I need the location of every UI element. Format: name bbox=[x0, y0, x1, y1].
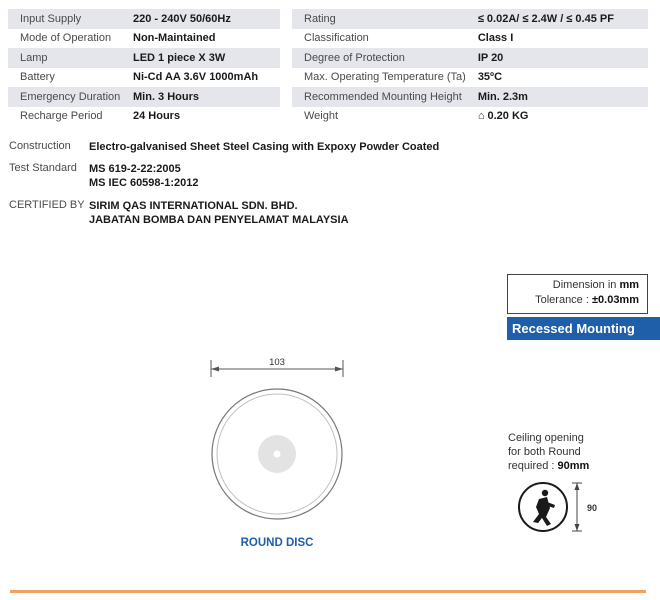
dimension-arrow-down bbox=[574, 524, 580, 531]
spec-value: Ni-Cd AA 3.6V 1000mAh bbox=[133, 71, 259, 84]
spec-value: Class I bbox=[477, 32, 514, 45]
spec-value: Non-Maintained bbox=[133, 32, 216, 45]
spec-value: LED 1 piece X 3W bbox=[121, 48, 280, 68]
spec-value: 24 Hours bbox=[133, 110, 181, 123]
dimension-arrow-right bbox=[335, 366, 343, 372]
spec-row: Max. Operating Temperature (Ta) 35ºC bbox=[292, 68, 648, 88]
spec-value: ⌂ 0.20 KG bbox=[477, 110, 529, 123]
spec-label: Lamp bbox=[8, 48, 121, 68]
certified-by-values: SIRIM QAS INTERNATIONAL SDN. BHD. JABATA… bbox=[89, 199, 349, 227]
spec-label: Rating bbox=[292, 9, 466, 29]
spec-value: ≤ 0.02A/ ≤ 2.4W / ≤ 0.45 PF bbox=[465, 9, 648, 29]
disc-width-value: 103 bbox=[269, 357, 285, 368]
test-standard-value: MS IEC 60598-1:2012 bbox=[89, 177, 199, 189]
spec-label: Max. Operating Temperature (Ta) bbox=[304, 71, 466, 84]
ceiling-opening-diagram: 90 bbox=[518, 482, 597, 532]
footer-divider bbox=[10, 590, 646, 593]
recessed-mounting-banner: Recessed Mounting bbox=[507, 317, 660, 340]
spec-label: Battery bbox=[20, 71, 55, 84]
certifier-name: SIRIM QAS INTERNATIONAL SDN. BHD. bbox=[89, 200, 298, 212]
spec-row: Classification Class I bbox=[292, 29, 648, 49]
spec-value: IP 20 bbox=[465, 48, 648, 68]
spec-label: Recommended Mounting Height bbox=[292, 87, 466, 107]
spec-table-left: Input Supply 220 - 240V 50/60Hz Mode of Op… bbox=[8, 9, 280, 126]
dimension-unit-line: Dimension in mm bbox=[552, 279, 639, 291]
spec-row: Mode of Operation Non-Maintained bbox=[8, 29, 280, 49]
dimension-arrow-up bbox=[574, 483, 580, 490]
round-disc-drawing: 103 bbox=[210, 357, 344, 520]
dimension-arrow-left bbox=[211, 366, 219, 372]
spec-row: Recharge Period 24 Hours bbox=[8, 107, 280, 127]
spec-value: 35ºC bbox=[477, 71, 503, 84]
spec-value: 220 - 240V 50/60Hz bbox=[121, 9, 280, 29]
spec-table-right: Rating ≤ 0.02A/ ≤ 2.4W / ≤ 0.45 PF Classif… bbox=[292, 9, 648, 126]
spec-row: Battery Ni-Cd AA 3.6V 1000mAh bbox=[8, 68, 280, 88]
spec-row: Recommended Mounting Height Min. 2.3m bbox=[292, 87, 648, 107]
spec-row: Lamp LED 1 piece X 3W bbox=[8, 48, 280, 68]
spec-label: Classification bbox=[304, 32, 369, 45]
spec-value: Min. 3 Hours bbox=[121, 87, 280, 107]
round-disc-caption: ROUND DISC bbox=[240, 537, 314, 549]
construction-value: Electro-galvanised Sheet Steel Casing wi… bbox=[89, 141, 440, 153]
certified-by-label: CERTIFIED BY bbox=[9, 199, 85, 211]
spec-label: Input Supply bbox=[8, 9, 121, 29]
test-standard-label: Test Standard bbox=[9, 162, 77, 174]
spec-row: Degree of Protection IP 20 bbox=[292, 48, 648, 68]
certifier-name: JABATAN BOMBA DAN PENYELAMAT MALAYSIA bbox=[89, 214, 349, 226]
spec-label: Degree of Protection bbox=[292, 48, 466, 68]
spec-row: Weight ⌂ 0.20 KG bbox=[292, 107, 648, 127]
ceiling-opening-note: Ceiling opening for both Round required … bbox=[508, 432, 590, 472]
spec-label: Weight bbox=[304, 110, 339, 123]
dimension-note-box: Dimension in mm Tolerance : ±0.03mm bbox=[507, 274, 648, 314]
test-standard-value: MS 619-2-22:2005 bbox=[89, 163, 181, 175]
test-standard-values: MS 619-2-22:2005 MS IEC 60598-1:2012 bbox=[89, 162, 198, 190]
tolerance-line: Tolerance : ±0.03mm bbox=[535, 294, 639, 306]
spec-label: Recharge Period bbox=[20, 110, 103, 123]
ceiling-opening-height: 90 bbox=[587, 503, 597, 513]
construction-label: Construction bbox=[9, 140, 71, 152]
disc-center bbox=[273, 450, 281, 458]
spec-label: Mode of Operation bbox=[20, 32, 112, 45]
spec-label: Emergency Duration bbox=[8, 87, 121, 107]
spec-row: Emergency Duration Min. 3 Hours bbox=[8, 87, 280, 107]
spec-value: Min. 2.3m bbox=[465, 87, 648, 107]
spec-row: Input Supply 220 - 240V 50/60Hz bbox=[8, 9, 280, 29]
spec-row: Rating ≤ 0.02A/ ≤ 2.4W / ≤ 0.45 PF bbox=[292, 9, 648, 29]
